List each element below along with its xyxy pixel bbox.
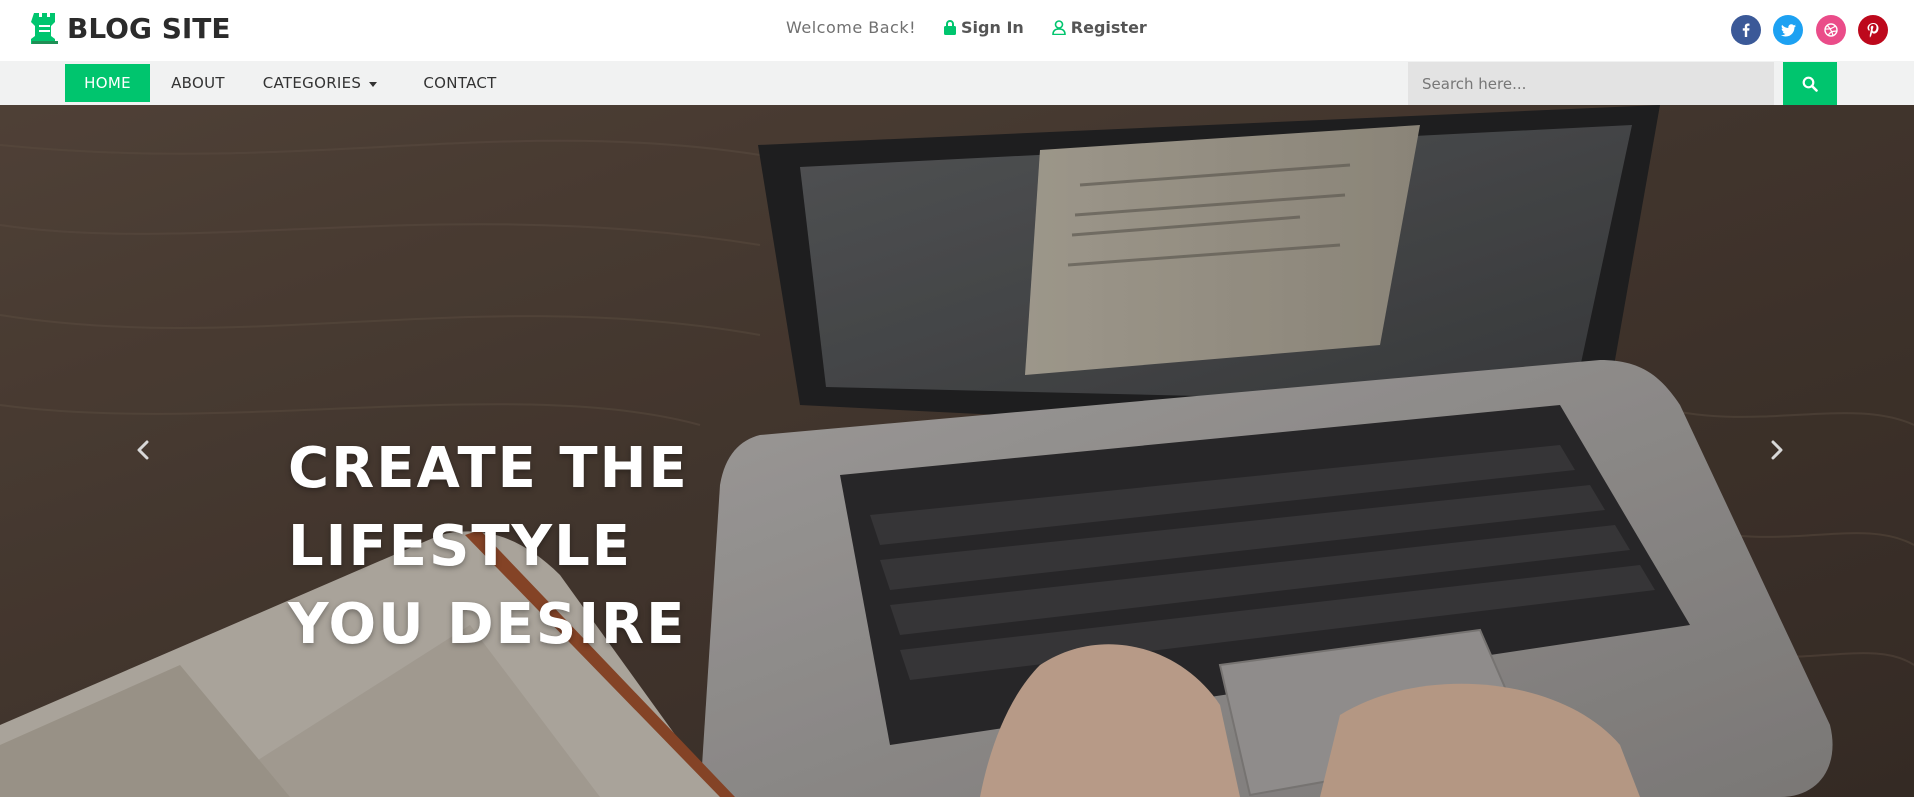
site-name: BLOG SITE	[67, 11, 231, 45]
twitter-link[interactable]	[1773, 15, 1803, 45]
chevron-right-icon	[1771, 440, 1783, 460]
nav-item-contact[interactable]: CONTACT	[410, 64, 510, 102]
top-header: BLOG SITE Welcome Back! Sign In Register	[0, 0, 1914, 61]
hero-headline-line-2: YOU DESIRE	[288, 592, 687, 657]
dribbble-icon	[1824, 23, 1838, 37]
hero-carousel: CREATE THE LIFESTYLE YOU DESIRE	[0, 105, 1914, 797]
sign-in-link[interactable]: Sign In	[944, 18, 1024, 37]
facebook-icon	[1742, 23, 1750, 37]
caret-down-icon	[369, 81, 378, 87]
main-navbar: HOME ABOUT CATEGORIES CONTACT	[0, 61, 1914, 105]
pinterest-icon	[1867, 22, 1879, 37]
lock-icon	[944, 19, 957, 35]
hero-headline: CREATE THE LIFESTYLE YOU DESIRE	[288, 430, 1048, 664]
account-area: Welcome Back! Sign In Register	[786, 15, 1175, 39]
register-link[interactable]: Register	[1051, 17, 1147, 37]
nav-item-categories-label: CATEGORIES	[262, 74, 362, 92]
chess-rook-icon	[31, 13, 58, 44]
site-logo[interactable]: BLOG SITE	[30, 10, 231, 46]
nav-item-about[interactable]: ABOUT	[158, 64, 238, 102]
register-label: Register	[1070, 17, 1147, 37]
search-input[interactable]	[1408, 62, 1774, 105]
user-icon	[1051, 19, 1066, 35]
nav-item-home[interactable]: HOME	[65, 64, 150, 102]
hero-headline-line-1: CREATE THE LIFESTYLE	[288, 436, 689, 579]
carousel-next-button[interactable]	[1762, 435, 1792, 465]
welcome-message: Welcome Back!	[786, 17, 917, 37]
search-button[interactable]	[1783, 62, 1837, 105]
pinterest-link[interactable]	[1858, 15, 1888, 45]
facebook-link[interactable]	[1731, 15, 1761, 45]
dribbble-link[interactable]	[1816, 15, 1846, 45]
sign-in-label: Sign In	[961, 17, 1024, 37]
search-icon	[1802, 76, 1818, 92]
nav-item-categories[interactable]: CATEGORIES	[255, 64, 385, 102]
chevron-left-icon	[137, 440, 149, 460]
carousel-prev-button[interactable]	[128, 435, 158, 465]
twitter-icon	[1780, 23, 1796, 36]
